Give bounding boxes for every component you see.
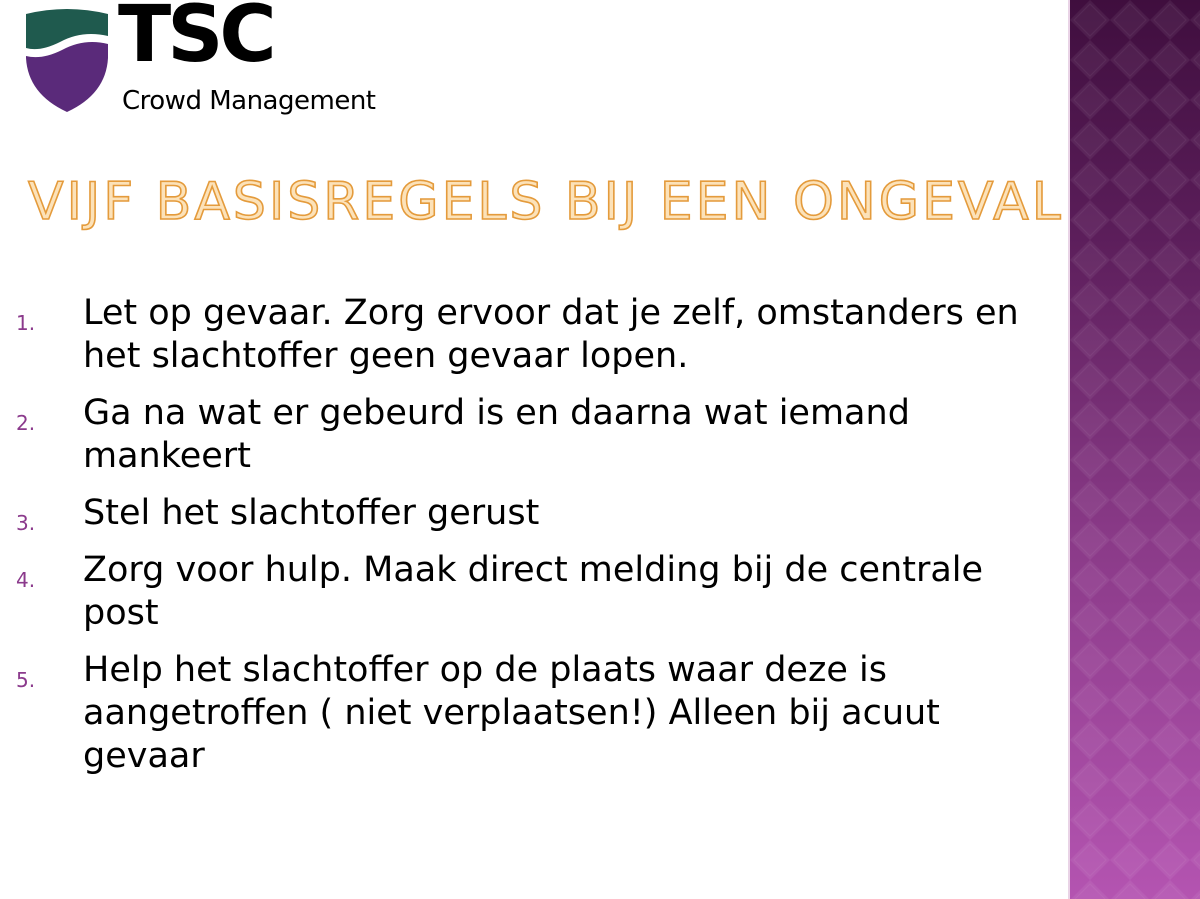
list-item-text: Help het slachtoffer op de plaats waar d…	[83, 650, 940, 776]
list-item-number: 3.	[16, 511, 36, 535]
list-item-text: Zorg voor hulp. Maak direct melding bij …	[83, 550, 984, 633]
logo-tagline: Crowd Management	[122, 86, 376, 116]
list-item: 5. Help het slachtoffer op de plaats waa…	[0, 649, 1060, 778]
company-logo: TSC Crowd Management	[22, 0, 422, 120]
shield-icon	[26, 9, 108, 112]
list-item: 1. Let op gevaar. Zorg ervoor dat je zel…	[0, 292, 1060, 378]
rules-list: 1. Let op gevaar. Zorg ervoor dat je zel…	[0, 292, 1060, 792]
list-item-text: Stel het slachtoffer gerust	[83, 493, 540, 533]
list-item-text: Ga na wat er gebeurd is en daarna wat ie…	[83, 393, 910, 476]
list-item: 2. Ga na wat er gebeurd is en daarna wat…	[0, 392, 1060, 478]
logo-wordmark: TSC	[118, 0, 277, 80]
list-item: 4. Zorg voor hulp. Maak direct melding b…	[0, 549, 1060, 635]
list-item-number: 5.	[16, 668, 36, 692]
list-item-text: Let op gevaar. Zorg ervoor dat je zelf, …	[83, 293, 1019, 376]
list-item-number: 4.	[16, 568, 36, 592]
slide: TSC Crowd Management VIJF BASISREGELS BI…	[0, 0, 1200, 899]
list-item-number: 2.	[16, 411, 36, 435]
diamond-pattern	[1070, 0, 1200, 899]
decorative-side-band	[1070, 0, 1200, 899]
page-title: VIJF BASISREGELS BIJ EEN ONGEVAL	[27, 171, 1064, 233]
list-item: 3. Stel het slachtoffer gerust	[0, 492, 1060, 535]
list-item-number: 1.	[16, 311, 36, 335]
